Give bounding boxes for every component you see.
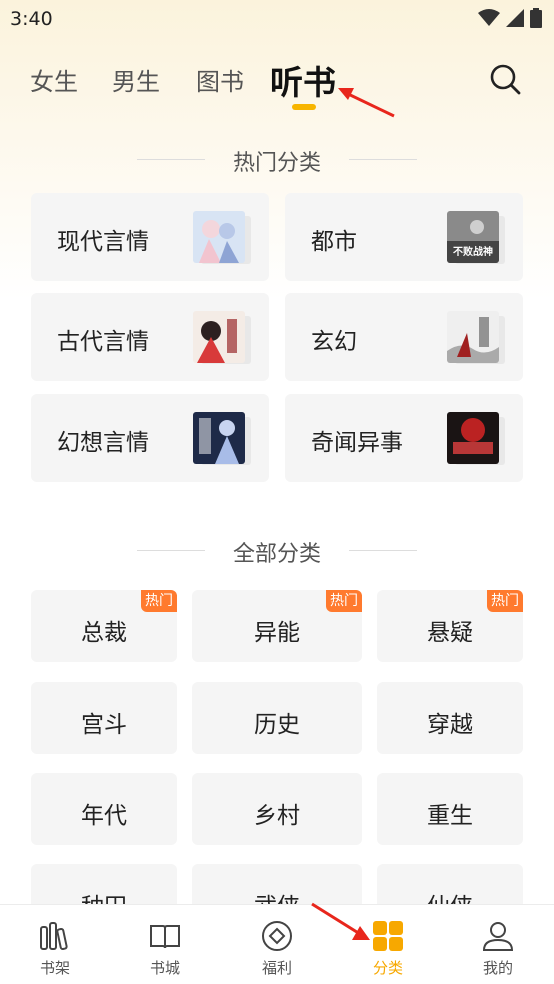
hot-category-label: 都市 — [311, 229, 357, 255]
urban-cover-icon: 不败战神 — [447, 211, 499, 263]
search-icon[interactable] — [488, 62, 522, 96]
annotation-arrow-icon — [338, 88, 395, 118]
hot-category-ancient-romance[interactable]: 古代言情 — [31, 293, 269, 381]
mystery-cover-icon — [447, 412, 499, 464]
tab-female[interactable]: 女生 — [30, 62, 78, 97]
hot-category-label: 玄幻 — [311, 329, 357, 355]
category-label: 异能 — [254, 620, 300, 646]
welfare-icon — [262, 921, 292, 951]
nav-label: 我的 — [482, 959, 513, 977]
nav-label: 福利 — [261, 959, 292, 977]
user-icon — [482, 922, 514, 951]
hot-category-fantasy[interactable]: 玄幻 — [285, 293, 523, 381]
battery-icon — [530, 8, 542, 28]
category-label: 重生 — [427, 803, 473, 829]
cover-stack — [447, 311, 509, 365]
all-section-title: 全部分类 — [232, 542, 321, 567]
nav-profile[interactable]: 我的 — [443, 905, 553, 984]
category-time-travel[interactable]: 穿越 — [377, 682, 523, 754]
hot-category-fantasy-romance[interactable]: 幻想言情 — [31, 394, 269, 482]
category-suspense[interactable]: 悬疑 热门 — [377, 590, 523, 662]
divider-right — [349, 550, 417, 551]
category-farming[interactable]: 种田 — [31, 864, 177, 904]
hot-badge: 热门 — [487, 590, 523, 612]
category-label: 历史 — [254, 712, 300, 738]
divider-right — [349, 159, 417, 160]
status-time: 3:40 — [10, 8, 53, 30]
wifi-icon — [478, 9, 500, 26]
top-tabs: 女生 男生 图书 听书 — [0, 56, 554, 116]
cover-stack — [193, 412, 255, 466]
urban-cover-title: 不败战神 — [453, 245, 493, 258]
ancient-romance-cover-icon — [193, 311, 245, 363]
annotation-arrow-icon — [311, 902, 370, 940]
tab-books[interactable]: 图书 — [196, 62, 244, 97]
category-rural[interactable]: 乡村 — [192, 773, 362, 845]
book-open-icon — [150, 925, 180, 949]
tab-audiobooks[interactable]: 听书 — [270, 56, 336, 104]
category-label: 悬疑 — [427, 620, 473, 646]
divider-left — [137, 550, 205, 551]
category-rebirth[interactable]: 重生 — [377, 773, 523, 845]
category-label: 宫斗 — [81, 712, 127, 738]
hot-section-header: 热门分类 — [0, 145, 554, 177]
hot-category-label: 现代言情 — [57, 229, 149, 255]
bookshelf-icon — [40, 922, 68, 951]
all-section-header: 全部分类 — [0, 536, 554, 568]
cover-stack — [447, 412, 509, 466]
hot-category-label: 古代言情 — [57, 329, 149, 355]
category-era[interactable]: 年代 — [31, 773, 177, 845]
category-label: 仙侠 — [377, 887, 523, 904]
nav-bookshelf[interactable]: 书架 — [0, 905, 110, 984]
category-palace[interactable]: 宫斗 — [31, 682, 177, 754]
category-label: 穿越 — [427, 712, 473, 738]
category-grid-icon — [373, 921, 403, 951]
nav-label: 书架 — [39, 959, 70, 977]
bottom-nav: 书架 书城 福利 分类 我的 — [0, 904, 554, 984]
cover-stack: 不败战神 — [447, 211, 509, 265]
category-label: 年代 — [81, 803, 127, 829]
hot-section-title: 热门分类 — [232, 151, 321, 176]
tab-male[interactable]: 男生 — [112, 62, 160, 97]
nav-label: 分类 — [372, 959, 403, 977]
cover-stack — [193, 211, 255, 265]
category-label: 总裁 — [81, 620, 127, 646]
category-ceo[interactable]: 总裁 热门 — [31, 590, 177, 662]
hot-category-label: 奇闻异事 — [311, 430, 403, 456]
hot-category-mystery[interactable]: 奇闻异事 — [285, 394, 523, 482]
category-superpower[interactable]: 异能 热门 — [192, 590, 362, 662]
nav-label: 书城 — [149, 959, 180, 977]
category-label: 乡村 — [254, 803, 300, 829]
hot-category-urban[interactable]: 都市 不败战神 — [285, 193, 523, 281]
category-label: 种田 — [31, 887, 177, 904]
hot-category-label: 幻想言情 — [57, 430, 149, 456]
main-content: 3:40 女生 男生 图书 听书 热门分类 现代言情 都市 不败战神 古代言情 … — [0, 0, 554, 904]
active-tab-indicator — [292, 104, 316, 110]
cover-stack — [193, 311, 255, 365]
status-bar: 3:40 — [0, 0, 554, 38]
hot-category-modern-romance[interactable]: 现代言情 — [31, 193, 269, 281]
category-history[interactable]: 历史 — [192, 682, 362, 754]
divider-left — [137, 159, 205, 160]
category-martial-arts[interactable]: 武侠 — [192, 864, 362, 904]
fantasy-cover-icon — [447, 311, 499, 363]
status-icons — [478, 8, 542, 28]
category-xianxia[interactable]: 仙侠 — [377, 864, 523, 904]
romance-cover-icon — [193, 211, 245, 263]
nav-bookstore[interactable]: 书城 — [110, 905, 220, 984]
hot-badge: 热门 — [326, 590, 362, 612]
fantasy-romance-cover-icon — [193, 412, 245, 464]
signal-icon — [506, 9, 524, 27]
hot-badge: 热门 — [141, 590, 177, 612]
